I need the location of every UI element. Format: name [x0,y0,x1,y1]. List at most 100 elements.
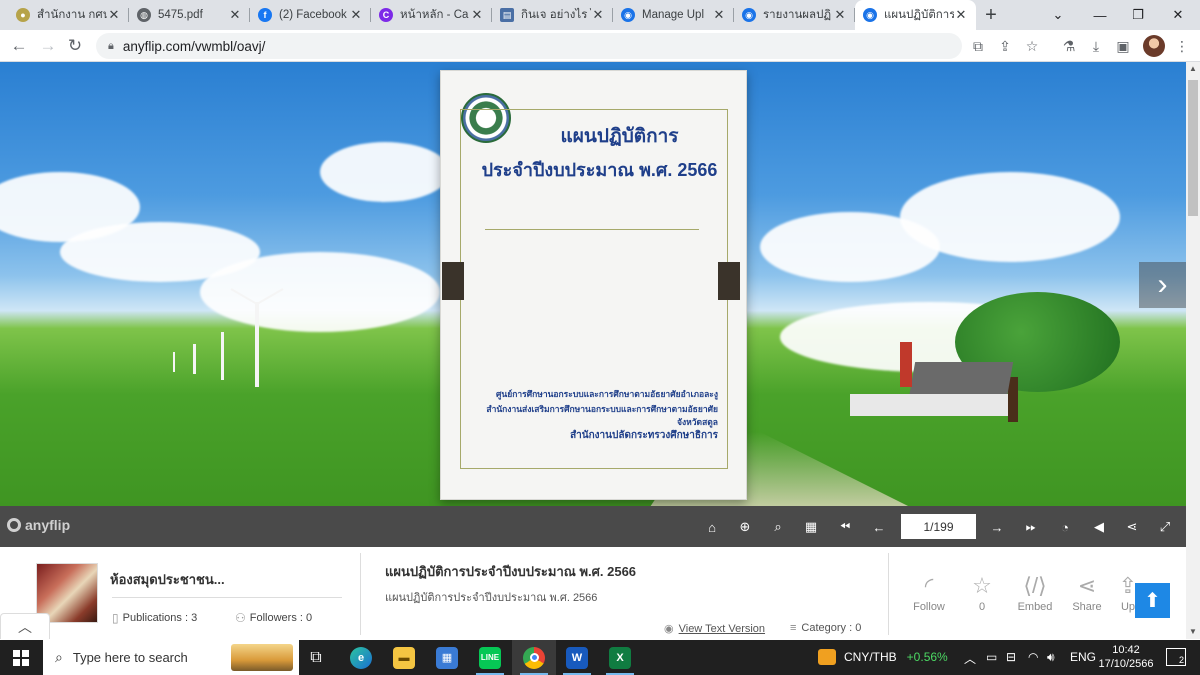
flipbook-controls: anyflip ⌂ ⊕ ⌕ ▦ ⏪︎ ← 1/199 → ⏩︎ ◔ ◀ ⋖ ⤢ [0,506,1186,547]
browser-tab-active[interactable]: ◉ แผนปฏิบัติการ ✕ [855,0,976,30]
book-footer-line1: ศูนย์การศึกษานอกระบบและการศึกษาตามอัธยาศ… [496,389,718,399]
home-icon[interactable]: ⌂ [700,515,724,539]
page-scrollbar[interactable]: ▲ ▼ [1186,62,1200,639]
close-icon[interactable]: ✕ [954,7,968,23]
notification-center-icon[interactable]: 2 [1166,648,1186,666]
language-indicator[interactable]: ENG [1070,650,1096,664]
zoom-in-icon[interactable]: ⊕ [733,515,757,539]
search-icon[interactable]: ⌕ [766,515,790,539]
show-hidden-icons-chevron-icon[interactable]: ︿ [964,650,976,667]
wind-turbine [221,332,224,380]
reload-icon[interactable]: ↻ [63,34,87,58]
browser-tab[interactable]: ◉ รายงานผลปฏิ ✕ [734,0,855,30]
taskbar-search-box[interactable]: ⌕ Type here to search [43,640,299,675]
close-icon[interactable]: ✕ [228,7,242,23]
currency-pair: CNY/THB [844,650,897,664]
next-page-arrow-icon[interactable]: › [1139,262,1186,308]
translate-icon[interactable]: ⧉ [968,36,988,56]
tab-search-chevron-icon[interactable]: ⌄ [1038,0,1078,30]
close-icon[interactable]: ✕ [833,7,847,23]
wifi-icon[interactable]: ◠ [1028,650,1038,664]
book-icon: ▯ [112,611,119,625]
binder-clip-left [442,262,464,300]
browser-tab[interactable]: ◍ 5475.pdf ✕ [129,0,250,30]
printer-icon: ▤ [500,8,514,22]
search-highlight-image [231,644,293,671]
share-page-icon[interactable]: ⇪ [995,36,1015,56]
close-icon[interactable]: ✕ [107,7,121,23]
back-icon[interactable]: ← [7,34,31,58]
browser-tab[interactable]: ▤ กินเจ อย่างไร ไ ✕ [492,0,613,30]
scrollbar-thumb[interactable] [1188,80,1198,216]
taskbar-file-explorer[interactable]: ▬ [382,640,426,675]
taskbar-store[interactable]: ▦ [425,640,469,675]
close-icon[interactable]: ✕ [349,7,363,23]
task-view-button[interactable]: ⧉ [294,640,338,675]
first-page-icon[interactable]: ⏪︎ [833,515,857,539]
notification-count: 2 [1178,655,1184,665]
scroll-up-arrow-icon[interactable]: ▲ [1186,64,1200,73]
share-button[interactable]: ⋖ Share [1062,571,1112,613]
document-title: แผนปฏิบัติการประจำปีงบประมาณ พ.ศ. 2566 [385,564,637,579]
minimize-button[interactable]: — [1080,0,1120,30]
scroll-to-top-button[interactable]: ⬆ [1135,583,1170,618]
restore-button[interactable]: ❐ [1118,0,1158,30]
thumbnails-grid-icon[interactable]: ▦ [799,515,823,539]
view-text-version-link[interactable]: ◉ View Text Version [664,622,765,636]
next-page-icon[interactable]: → [985,515,1009,539]
sound-icon[interactable]: ◀ [1087,515,1111,539]
bookmark-star-icon[interactable]: ☆ [1022,36,1042,56]
battery-icon[interactable]: ▭ [986,650,997,664]
embed-button[interactable]: ⟨/⟩ Embed [1010,571,1060,613]
last-page-icon[interactable]: ⏩︎ [1019,515,1043,539]
taskbar-edge[interactable]: e [339,640,383,675]
close-icon[interactable]: ✕ [470,7,484,23]
browser-tab[interactable]: C หน้าหลัก - Ca ✕ [371,0,492,30]
system-clock[interactable]: 10:42 17/10/2566 [1098,643,1154,671]
forward-icon[interactable]: → [36,34,60,58]
library-divider [112,597,342,598]
collapse-panel-button[interactable]: ︿ [0,613,50,639]
taskbar-chrome[interactable] [512,640,556,675]
currency-widget[interactable]: CNY/THB +0.56% [818,649,948,665]
followers-count[interactable]: ⚇ Followers : 0 [235,611,312,625]
extension-flask-icon[interactable]: ⚗ [1059,36,1079,56]
taskbar-word[interactable]: W [555,640,599,675]
download-icon[interactable]: ⤓ [1086,36,1106,56]
menu-dots-icon[interactable]: ⋮ [1172,36,1192,56]
share-icon[interactable]: ⋖ [1120,515,1144,539]
browser-tab[interactable]: f (2) Facebook ✕ [250,0,371,30]
address-bar[interactable]: 🔒︎ anyflip.com/vwmbl/oavj/ [96,33,962,59]
close-icon[interactable]: ✕ [591,7,605,23]
panel-divider [888,553,889,635]
close-icon[interactable]: ✕ [712,7,726,23]
browser-tab[interactable]: ● สำนักงาน กศน. ✕ [8,0,129,30]
book-page[interactable]: แผนปฏิบัติการ ประจำปีงบประมาณ พ.ศ. 2566 … [440,70,747,500]
page-number-input[interactable]: 1/199 [901,514,976,539]
follow-button[interactable]: ◜ Follow [904,571,954,613]
currency-coin-icon [818,649,836,665]
clock-time: 10:42 [1112,644,1140,656]
anyflip-logo[interactable]: anyflip [7,517,70,533]
taskbar-excel[interactable]: X [598,640,642,675]
like-button[interactable]: ☆ 0 [957,571,1007,613]
fullscreen-icon[interactable]: ⤢ [1153,515,1177,539]
volume-icon[interactable]: 🔊︎ [1047,650,1055,665]
tab-title: แผนปฏิบัติการ [884,9,954,21]
library-name[interactable]: ห้องสมุดประชาชน... [110,569,225,590]
browser-toolbar: ← → ↻ 🔒︎ anyflip.com/vwmbl/oavj/ ⧉ ⇪ ☆ ⚗… [0,30,1200,62]
side-panel-icon[interactable]: ▣ [1113,36,1133,56]
new-tab-button[interactable]: + [976,0,1006,30]
share-label: Share [1072,601,1102,613]
previous-page-icon[interactable]: ← [867,515,891,539]
windows-start-icon[interactable] [13,650,29,666]
close-window-button[interactable]: ✕ [1158,0,1198,30]
publications-count[interactable]: ▯ Publications : 3 [112,611,197,625]
browser-tab[interactable]: ◉ Manage Upl ✕ [613,0,734,30]
taskbar-line[interactable]: LINE [468,640,512,675]
profile-avatar[interactable] [1143,35,1165,57]
scroll-down-arrow-icon[interactable]: ▼ [1186,627,1200,636]
lock-icon[interactable]: 🔒︎ [108,40,114,53]
autoplay-icon[interactable]: ◔ [1053,515,1077,539]
network-cable-icon[interactable]: ⊟ [1006,650,1016,664]
